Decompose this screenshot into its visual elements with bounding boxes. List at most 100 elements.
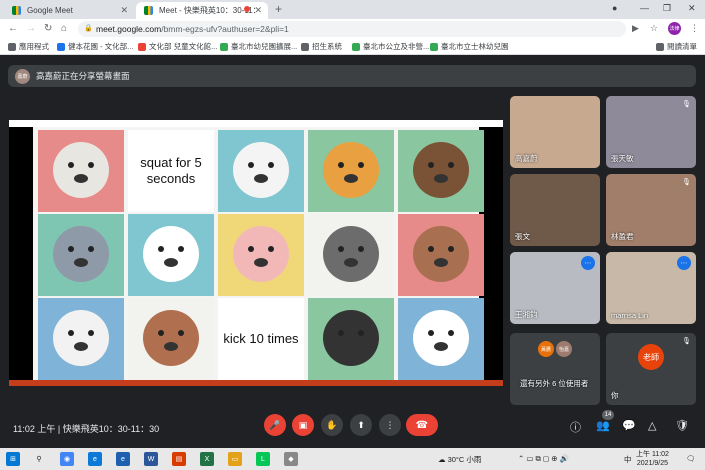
self-tile[interactable]: 老師 🎙 你 bbox=[606, 333, 696, 405]
host-controls-icon[interactable]: 🛡 bbox=[675, 419, 689, 432]
bookmark-item[interactable]: 臺北市公立及非營... bbox=[352, 41, 429, 52]
participant-tile[interactable]: 🎙 張天敏 bbox=[606, 96, 696, 168]
taskbar-clock[interactable]: 上午 11:02 2021/9/25 bbox=[636, 450, 669, 468]
shared-screen[interactable]: squat for 5 seconds kick 10 times bbox=[9, 120, 503, 386]
weather-text: 30°C 小雨 bbox=[447, 455, 482, 464]
people-icon[interactable]: 👥 bbox=[596, 419, 610, 432]
speaking-indicator-icon: ⋯ bbox=[677, 256, 691, 270]
lock-icon: 🔒 bbox=[84, 25, 93, 32]
raise-hand-button[interactable]: ✋ bbox=[321, 414, 343, 436]
bookmark-icon bbox=[301, 42, 309, 51]
info-icon[interactable]: ⓘ bbox=[570, 419, 581, 435]
address-bar[interactable]: 🔒 meet.google.com/bmm-egzs-ufv?authuser=… bbox=[78, 21, 626, 37]
weather-widget[interactable]: ☁ 30°C 小雨 bbox=[438, 454, 481, 465]
present-button[interactable]: ⬆ bbox=[350, 414, 372, 436]
slide-text: squat for 5 seconds bbox=[140, 155, 202, 186]
mic-off-icon: 🎙 bbox=[682, 101, 691, 108]
edge-icon[interactable]: e bbox=[88, 452, 102, 466]
slide-text-card: squat for 5 seconds bbox=[128, 130, 214, 212]
participant-tile[interactable]: 🎙 林盈君 bbox=[606, 174, 696, 246]
bookmark-apps[interactable]: 應用程式 bbox=[8, 41, 49, 52]
notifications-icon[interactable]: 🗨 bbox=[686, 454, 696, 463]
home-icon[interactable]: ⌂ bbox=[61, 23, 67, 34]
star-icon[interactable]: ☆ bbox=[650, 23, 658, 34]
slide-card-fox bbox=[308, 130, 394, 212]
participant-tile[interactable]: ⋯ 王湘鈞 bbox=[510, 252, 600, 324]
more-options-button[interactable]: ⋮ bbox=[379, 414, 401, 436]
chrome-icon[interactable]: ◉ bbox=[60, 452, 74, 466]
maximize-icon[interactable]: ❐ bbox=[663, 3, 671, 14]
avatar: 怡嘉 bbox=[556, 341, 572, 357]
bookmark-icon bbox=[430, 42, 438, 51]
tab-title: Google Meet bbox=[27, 6, 73, 15]
profile-avatar[interactable]: 法律 bbox=[668, 22, 681, 35]
camera-off-button[interactable]: ▣ bbox=[292, 414, 314, 436]
ie-icon[interactable]: e bbox=[116, 452, 130, 466]
screen: Google Meet ✕ Meet - 快樂飛英10：30-11： ✕ + ●… bbox=[0, 0, 705, 470]
dog-icon bbox=[323, 310, 379, 366]
app-icon[interactable]: ▤ bbox=[172, 452, 186, 466]
close-icon[interactable]: ✕ bbox=[254, 5, 262, 16]
folder-icon[interactable]: ▭ bbox=[228, 452, 242, 466]
slide-card-polar-bear bbox=[218, 130, 304, 212]
tab-google-meet[interactable]: Google Meet ✕ bbox=[4, 2, 134, 19]
clock-time: 上午 11:02 bbox=[636, 451, 669, 458]
minimize-icon[interactable]: — bbox=[640, 3, 649, 13]
mic-off-icon: 🎙 bbox=[682, 179, 691, 186]
participant-tile[interactable]: ⋯ marrisa Lin bbox=[606, 252, 696, 324]
tray-icons[interactable]: ⌃ ▭ ⧉ ◻ ⊕ 🔊 bbox=[518, 454, 569, 464]
slide-card-horse bbox=[128, 298, 214, 380]
bookmark-item[interactable]: 臺北市幼兒園擴展... bbox=[220, 41, 297, 52]
meeting-controls: 11:02 上午 | 快樂飛英10：30-11：30 🎤 ▣ ✋ ⬆ ⋮ ☎ ⓘ… bbox=[0, 408, 705, 448]
app-icon[interactable]: ◆ bbox=[284, 452, 298, 466]
others-label: 還有另外 6 位使用者 bbox=[520, 379, 589, 388]
presentation-title-bar bbox=[9, 120, 503, 127]
forward-icon[interactable]: → bbox=[26, 23, 36, 34]
fox-icon bbox=[323, 142, 379, 198]
leave-call-button[interactable]: ☎ bbox=[406, 414, 438, 436]
browser-tab-strip: Google Meet ✕ Meet - 快樂飛英10：30-11： ✕ + ●… bbox=[0, 0, 705, 19]
meet-stage: 嘉蔚 高嘉蔚正在分享螢幕畫面 squat for 5 seconds kick 1… bbox=[0, 56, 705, 448]
line-icon[interactable]: L bbox=[256, 452, 270, 466]
self-avatar: 老師 bbox=[638, 344, 664, 370]
excel-icon[interactable]: X bbox=[200, 452, 214, 466]
apps-grid-icon bbox=[8, 42, 16, 51]
reload-icon[interactable]: ↻ bbox=[44, 23, 52, 34]
participant-name: 王湘鈞 bbox=[515, 310, 538, 319]
bookmark-item[interactable]: 文化部 兒童文化館... bbox=[138, 41, 217, 52]
back-icon[interactable]: ← bbox=[8, 23, 18, 34]
bookmark-icon bbox=[220, 42, 228, 51]
bookmark-item[interactable]: 健本花園 - 文化部... bbox=[57, 41, 133, 52]
slide-card-cat bbox=[308, 214, 394, 296]
search-icon[interactable]: ⚲ bbox=[32, 452, 46, 466]
url-path: /bmm-egzs-ufv?authuser=2&pli=1 bbox=[161, 24, 289, 34]
slide-card-seal bbox=[38, 130, 124, 212]
chat-icon[interactable]: 💬 bbox=[622, 419, 636, 432]
tab-meet-active[interactable]: Meet - 快樂飛英10：30-11： ✕ bbox=[136, 2, 268, 19]
ime-indicator[interactable]: 中 bbox=[624, 454, 632, 465]
windows-start-icon[interactable]: ⊞ bbox=[6, 452, 20, 466]
participant-tile[interactable]: 高嘉蔚 bbox=[510, 96, 600, 168]
media-control-icon[interactable]: ● bbox=[612, 3, 617, 13]
mic-off-button[interactable]: 🎤 bbox=[264, 414, 286, 436]
youtube-icon bbox=[138, 42, 146, 51]
word-icon[interactable]: W bbox=[144, 452, 158, 466]
bookmark-item[interactable]: 招生系統 bbox=[301, 41, 342, 52]
window-close-icon[interactable]: ✕ bbox=[688, 3, 696, 14]
participant-tile[interactable]: 張文 bbox=[510, 174, 600, 246]
reading-list[interactable]: 閱讀清單 bbox=[656, 41, 697, 52]
menu-dots-icon[interactable]: ⋮ bbox=[690, 23, 699, 34]
activities-icon[interactable]: △ bbox=[648, 419, 656, 432]
speaking-indicator-icon: ⋯ bbox=[581, 256, 595, 270]
new-tab-button[interactable]: + bbox=[275, 2, 282, 16]
reading-list-icon bbox=[656, 42, 664, 51]
bookmark-item[interactable]: 臺北市立士林幼兒園 bbox=[430, 41, 509, 52]
camera-icon[interactable]: ▶ bbox=[632, 23, 639, 34]
avatar: 黃鷹 bbox=[538, 341, 554, 357]
close-icon[interactable]: ✕ bbox=[120, 5, 128, 16]
presenter-banner: 嘉蔚 高嘉蔚正在分享螢幕畫面 bbox=[8, 65, 696, 87]
other-participants-tile[interactable]: 黃鷹 怡嘉 還有另外 6 位使用者 bbox=[510, 333, 600, 405]
google-meet-icon bbox=[12, 6, 21, 15]
slide: squat for 5 seconds kick 10 times bbox=[33, 127, 484, 380]
participant-name: marrisa Lin bbox=[611, 311, 649, 320]
